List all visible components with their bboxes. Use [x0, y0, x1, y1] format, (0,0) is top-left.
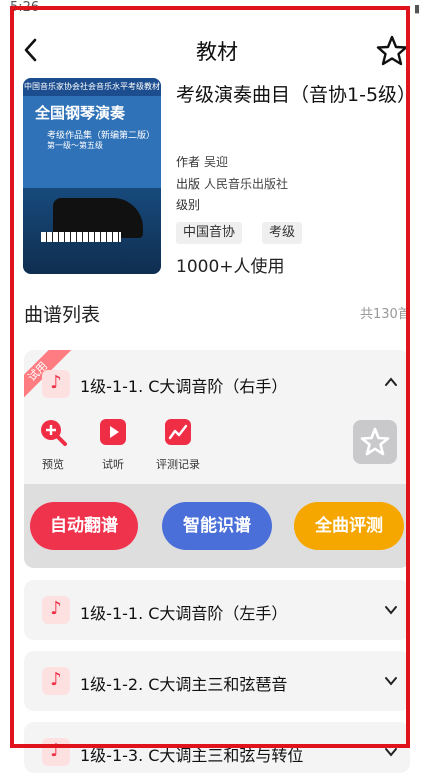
favorite-button[interactable]	[375, 34, 409, 68]
preview-icon[interactable]	[39, 418, 67, 446]
book-title: 考级演奏曲目（音协1-5级）	[176, 84, 417, 106]
user-count: 1000+人使用	[176, 257, 285, 277]
play-icon[interactable]	[99, 418, 127, 446]
cover-heading: 全国钢琴演奏	[35, 104, 126, 122]
star-outline-icon	[360, 427, 390, 456]
song-favorite-button[interactable]	[353, 420, 397, 464]
music-note-icon: ♪	[42, 370, 70, 398]
song-title: 1级-1-3. C大调主三和弦与转位	[80, 746, 304, 765]
full-evaluation-button[interactable]: 全曲评测	[294, 502, 404, 550]
chevron-down-icon[interactable]	[384, 603, 398, 617]
status-time: 5:26	[10, 0, 40, 15]
cover-subtitle-2: 第一级～第五级	[47, 141, 103, 150]
evaluation-record-label[interactable]: 评测记录	[143, 456, 213, 472]
chevron-up-icon[interactable]	[384, 375, 398, 389]
tag-exam[interactable]: 考级	[262, 222, 303, 244]
music-note-icon: ♪	[42, 596, 70, 624]
list-item[interactable]: ♪ 1级-1-1. C大调音阶（左手）	[24, 580, 410, 640]
music-note-icon: ♪	[42, 738, 70, 766]
book-publisher: 出版 人民音乐出版社	[176, 177, 289, 191]
page-title: 教材	[196, 40, 238, 64]
song-count: 共130首	[360, 307, 411, 322]
star-icon	[376, 35, 408, 66]
list-item[interactable]: ♪ 1级-1-2. C大调主三和弦琶音	[24, 651, 410, 711]
section-title: 曲谱列表	[24, 304, 101, 326]
smart-score-button[interactable]: 智能识谱	[162, 502, 272, 550]
piano-illustration	[23, 188, 161, 274]
song-title: 1级-1-1. C大调音阶（左手）	[80, 604, 288, 623]
book-cover: 中国音乐家协会社会音乐水平考级教材 全国钢琴演奏 考级作品集（新编第二版） 第一…	[23, 78, 161, 274]
list-item[interactable]: ♪ 1级-1-3. C大调主三和弦与转位	[24, 722, 410, 773]
chevron-down-icon[interactable]	[384, 674, 398, 688]
cover-top-line: 中国音乐家协会社会音乐水平考级教材	[23, 78, 161, 96]
song-title: 1级-1-2. C大调主三和弦琶音	[80, 675, 288, 694]
music-note-icon: ♪	[42, 667, 70, 695]
book-author: 作者 吴迎	[176, 155, 229, 169]
song-card-expanded[interactable]: 试用 ♪ 1级-1-1. C大调音阶（右手） 预览 试听 评测记录 自动翻谱 智…	[24, 350, 410, 568]
book-level: 级别	[176, 198, 201, 212]
evaluation-record-icon[interactable]	[164, 418, 192, 446]
chevron-down-icon[interactable]	[384, 745, 398, 759]
tag-chinese-music-association[interactable]: 中国音协	[176, 222, 243, 244]
mode-button-row: 自动翻谱 智能识谱 全曲评测	[24, 484, 410, 568]
auto-page-turn-button[interactable]: 自动翻谱	[30, 502, 138, 550]
status-icons: ▾ ▮	[404, 2, 420, 15]
listen-label[interactable]: 试听	[78, 456, 148, 472]
song-title: 1级-1-1. C大调音阶（右手）	[80, 377, 288, 396]
